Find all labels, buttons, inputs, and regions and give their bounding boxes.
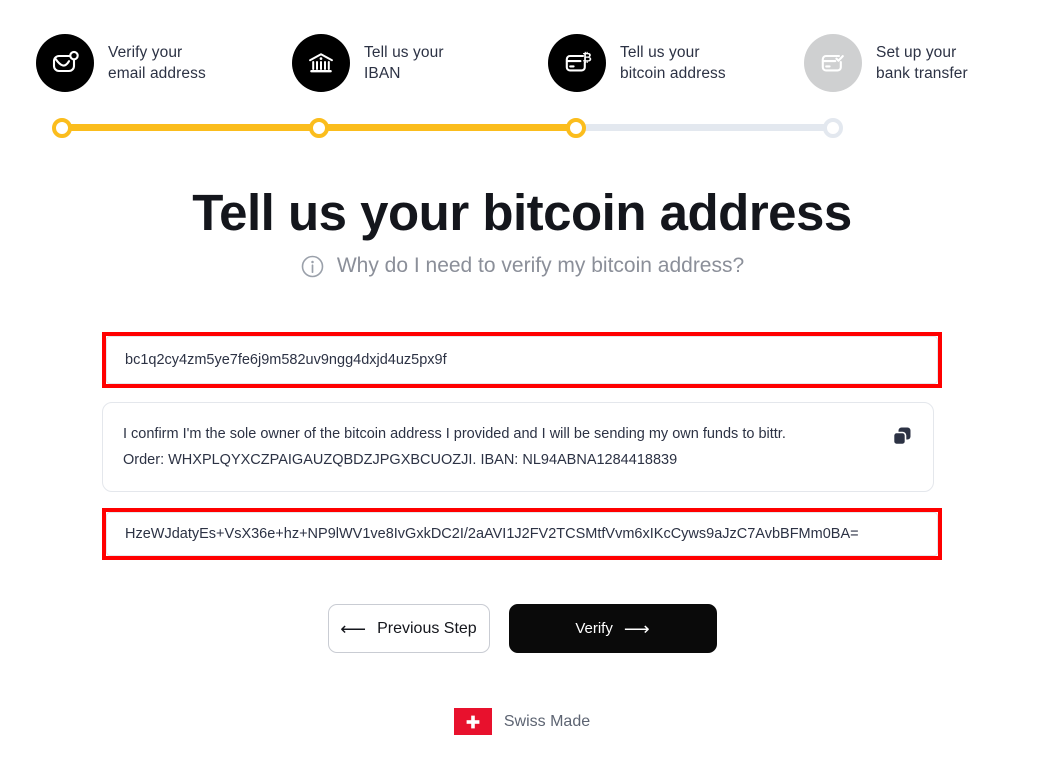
step-tell-iban[interactable]: Tell us your IBAN — [292, 34, 444, 92]
progress-dot-1[interactable] — [52, 118, 72, 138]
confirmation-message-box: I confirm I'm the sole owner of the bitc… — [102, 402, 934, 492]
page-title: Tell us your bitcoin address — [192, 184, 852, 241]
card-check-icon — [804, 34, 862, 92]
verify-label: Verify — [575, 620, 613, 637]
step-label: Verify your email address — [108, 44, 206, 82]
progress-dot-2[interactable] — [309, 118, 329, 138]
help-link-row[interactable]: Why do I need to verify my bitcoin addre… — [0, 253, 1044, 279]
swiss-made-badge: Swiss Made — [0, 708, 1044, 735]
progress-rail — [52, 118, 848, 138]
info-circle-icon — [300, 254, 325, 279]
bank-building-icon — [292, 34, 350, 92]
copy-icon[interactable] — [889, 423, 915, 449]
email-envelope-icon — [36, 34, 94, 92]
step-verify-email[interactable]: Verify your email address — [36, 34, 206, 92]
svg-text:₿: ₿ — [582, 53, 591, 65]
signature-highlight — [102, 508, 942, 560]
bitcoin-address-input[interactable] — [106, 336, 938, 384]
bitcoin-address-form: I confirm I'm the sole owner of the bitc… — [102, 332, 942, 560]
signature-input[interactable] — [106, 512, 938, 556]
step-label: Tell us your IBAN — [364, 44, 444, 82]
progress-dot-3[interactable] — [566, 118, 586, 138]
step-tell-bitcoin-address[interactable]: ₿ Tell us your bitcoin address — [548, 34, 726, 92]
form-actions: ⟵ Previous Step Verify ⟶ — [0, 604, 1044, 653]
bitcoin-card-icon: ₿ — [548, 34, 606, 92]
progress-stepper: Verify your email address Tell us your I… — [36, 34, 1008, 106]
step-label: Tell us your bitcoin address — [620, 44, 726, 82]
arrow-left-icon: ⟵ — [340, 618, 367, 639]
arrow-right-icon: ⟶ — [623, 618, 650, 639]
verify-button[interactable]: Verify ⟶ — [508, 604, 717, 653]
confirmation-message-text: I confirm I'm the sole owner of the bitc… — [123, 426, 786, 468]
help-link-label[interactable]: Why do I need to verify my bitcoin addre… — [337, 253, 744, 279]
previous-step-label: Previous Step — [377, 619, 477, 637]
swiss-made-label: Swiss Made — [503, 712, 591, 730]
step-setup-bank-transfer[interactable]: Set up your bank transfer — [804, 34, 968, 92]
previous-step-button[interactable]: ⟵ Previous Step — [327, 604, 490, 653]
step-label: Set up your bank transfer — [876, 44, 968, 82]
progress-dot-4[interactable] — [823, 118, 843, 138]
swiss-flag-icon — [453, 708, 492, 735]
bitcoin-address-highlight — [102, 332, 942, 388]
